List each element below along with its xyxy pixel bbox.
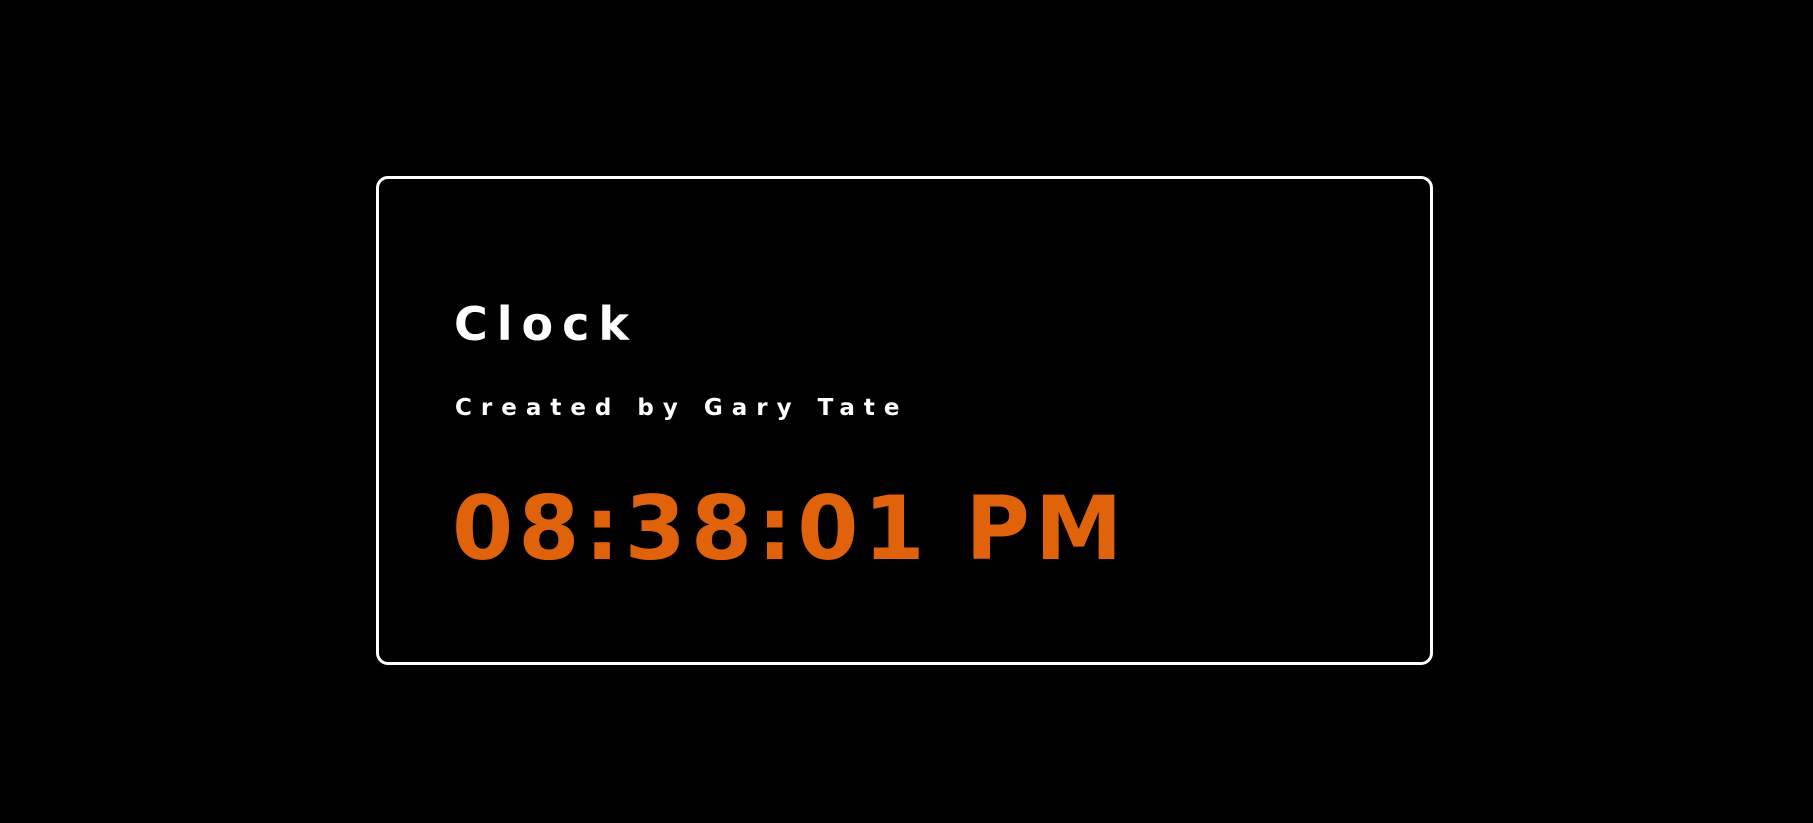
clock-card: Clock Created by Gary Tate 08:38:01 PM <box>376 176 1433 665</box>
clock-subtitle: Created by Gary Tate <box>455 395 909 421</box>
clock-title: Clock <box>454 297 638 351</box>
clock-time-display: 08:38:01 PM <box>452 477 1128 580</box>
page: Clock Created by Gary Tate 08:38:01 PM <box>0 0 1813 823</box>
